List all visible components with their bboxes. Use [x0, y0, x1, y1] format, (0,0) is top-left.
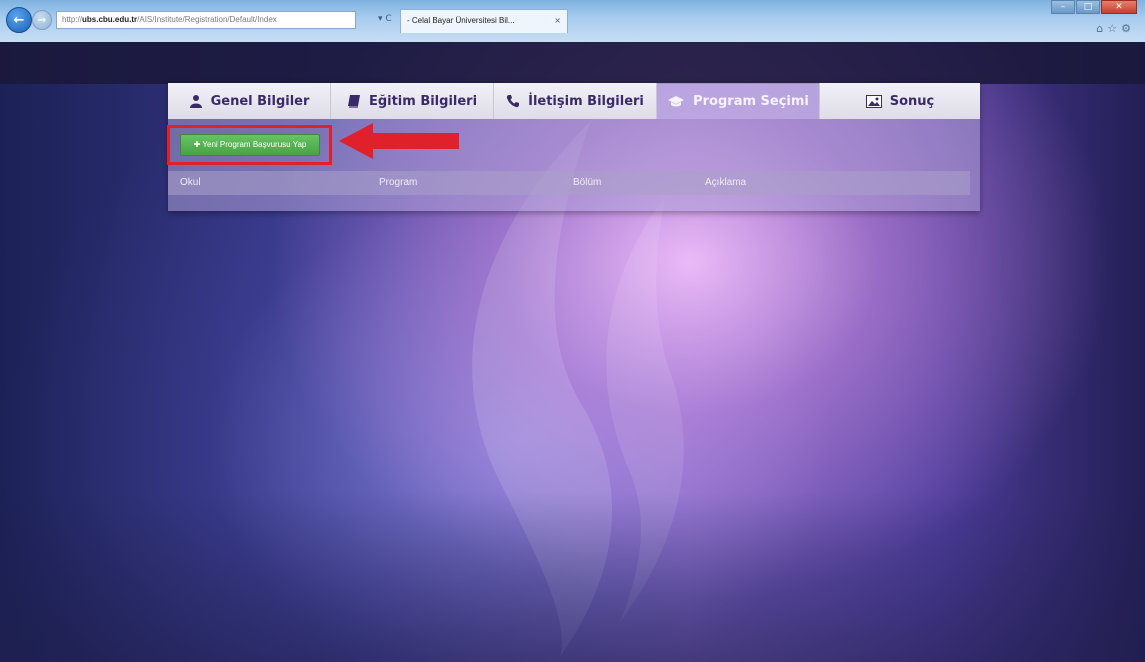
tab-label: Eğitim Bilgileri [368, 93, 478, 109]
gear-icon[interactable]: ⚙ [1121, 22, 1135, 35]
wizard-tabs: Genel Bilgiler Eğitim Bilgileri İletişim… [168, 83, 980, 119]
tab-egitim-bilgileri[interactable]: Eğitim Bilgileri [331, 83, 494, 119]
tab-program-secimi[interactable]: Program Seçimi [657, 83, 820, 119]
annotation-highlight-box [167, 125, 332, 165]
forward-button[interactable]: → [32, 10, 52, 30]
minimize-button[interactable]: – [1051, 0, 1075, 14]
tab-genel-bilgiler[interactable]: Genel Bilgiler [168, 83, 331, 119]
header-band [0, 42, 1145, 84]
url-prefix: http:// [62, 15, 83, 24]
tab-label: Genel Bilgiler [210, 93, 310, 109]
tab-label: Sonuç [889, 93, 935, 109]
tab-label: Program Seçimi [693, 93, 809, 109]
url-host: ubs.cbu.edu.tr [82, 15, 138, 24]
tab-close-icon[interactable]: × [554, 10, 561, 32]
tab-sonuc[interactable]: Sonuç [820, 83, 980, 119]
close-window-button[interactable]: ✕ [1101, 0, 1137, 14]
picture-icon [865, 94, 882, 108]
star-icon[interactable]: ☆ [1107, 22, 1121, 35]
bottom-shade [0, 492, 1145, 662]
window-controls: – □ ✕ [1050, 0, 1137, 14]
tab-title: - Celal Bayar Üniversitesi Bil... [407, 16, 515, 25]
column-header[interactable]: Program [379, 177, 417, 188]
url-path: /AIS/Institute/Registration/Default/Inde… [137, 15, 277, 24]
browser-toolbar-icons: ⌂☆⚙ [1096, 22, 1135, 35]
browser-tab[interactable]: - Celal Bayar Üniversitesi Bil... × [400, 9, 568, 33]
programs-table-header: Okul Program Bölüm Açıklama [168, 171, 970, 195]
column-header[interactable]: Bölüm [573, 177, 601, 188]
book-icon [347, 94, 361, 108]
phone-icon [506, 94, 520, 108]
browser-titlebar: ← → http://ubs.cbu.edu.tr/AIS/Institute/… [0, 0, 1145, 42]
back-button[interactable]: ← [6, 7, 32, 33]
tab-iletisim-bilgileri[interactable]: İletişim Bilgileri [494, 83, 657, 119]
address-bar[interactable]: http://ubs.cbu.edu.tr/AIS/Institute/Regi… [56, 11, 356, 29]
address-bar-buttons[interactable]: ▾ C [378, 14, 392, 24]
back-arrow-icon: ← [13, 12, 25, 28]
graduation-cap-icon [667, 94, 685, 108]
forward-arrow-icon: → [37, 14, 47, 26]
column-header[interactable]: Açıklama [705, 177, 746, 188]
maximize-button[interactable]: □ [1076, 0, 1100, 14]
tab-label: İletişim Bilgileri [528, 93, 644, 109]
column-header[interactable]: Okul [180, 177, 201, 188]
home-icon[interactable]: ⌂ [1096, 22, 1107, 35]
user-icon [189, 94, 203, 108]
annotation-arrow-icon [339, 123, 459, 159]
